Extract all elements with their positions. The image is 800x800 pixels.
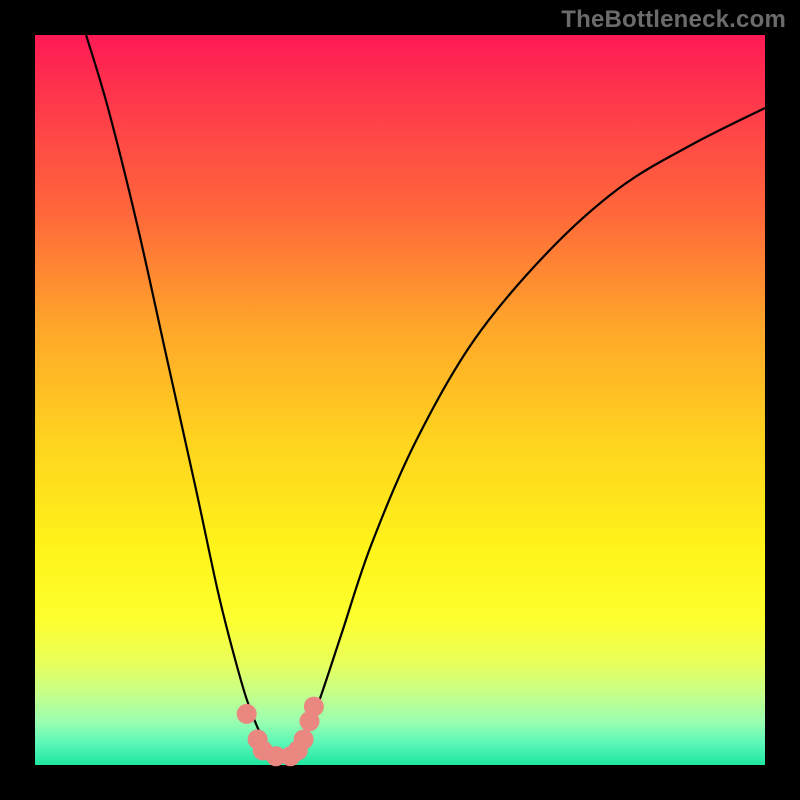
watermark-text: TheBottleneck.com — [561, 6, 786, 34]
plot-area — [35, 35, 765, 765]
bottleneck-curve — [86, 35, 765, 759]
marker-dot — [304, 697, 324, 717]
chart-svg — [35, 35, 765, 765]
chart-frame: TheBottleneck.com — [0, 0, 800, 800]
marker-dot — [294, 729, 314, 749]
marker-group — [237, 697, 324, 767]
marker-dot — [237, 704, 257, 724]
